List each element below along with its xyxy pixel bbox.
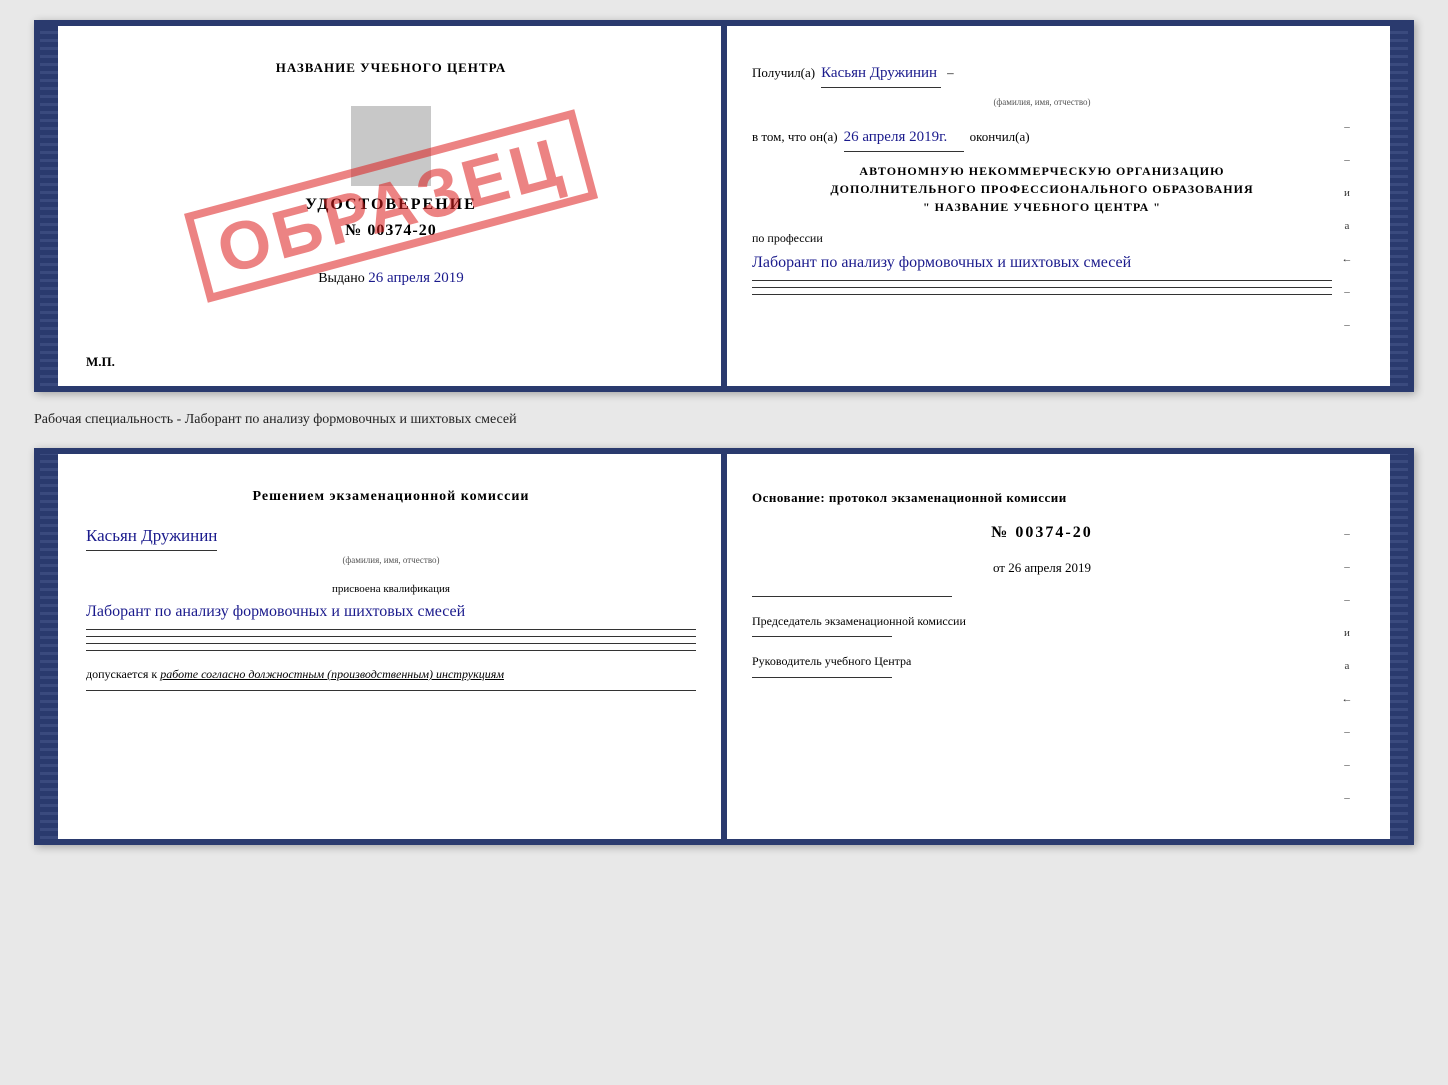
right-vertical-chars-1: – – и а ← – – xyxy=(1332,50,1362,362)
line3 xyxy=(752,294,1332,295)
profession-label: по профессии xyxy=(752,228,1332,250)
right-vertical-chars-2: – – – и а ← – – – xyxy=(1332,478,1362,815)
director-sig-line xyxy=(752,677,892,678)
org-block: АВТОНОМНУЮ НЕКОММЕРЧЕСКУЮ ОРГАНИЗАЦИЮ ДО… xyxy=(752,162,1332,216)
exam-section-title: Решением экзаменационной комиссии xyxy=(86,486,696,508)
b-line3 xyxy=(86,643,696,644)
org-line1: АВТОНОМНУЮ НЕКОММЕРЧЕСКУЮ ОРГАНИЗАЦИЮ xyxy=(752,162,1332,180)
exam-right-content: Основание: протокол экзаменационной коми… xyxy=(752,478,1332,815)
spine-right-1 xyxy=(1390,26,1408,386)
name-subtitle: (фамилия, имя, отчество) xyxy=(752,94,1332,110)
spine-right-2 xyxy=(1390,454,1408,839)
protocol-number: № 00374-20 xyxy=(752,519,1332,548)
date-prefix: от xyxy=(993,560,1005,575)
exam-basis-block: Основание: протокол экзаменационной коми… xyxy=(752,486,1332,678)
chairman-label: Председатель экзаменационной комиссии xyxy=(752,611,1332,633)
protocol-date-value: 26 апреля 2019 xyxy=(1008,560,1091,575)
cert-right-page: Получил(а) Касьян Дружинин – (фамилия, и… xyxy=(724,26,1390,386)
chairman-sig-line xyxy=(752,636,892,637)
mp-label: М.П. xyxy=(86,354,115,370)
exam-name-subtitle: (фамилия, имя, отчество) xyxy=(86,553,696,567)
qual-label: присвоена квалификация xyxy=(86,581,696,599)
completed-date: 26 апреля 2019г. xyxy=(844,124,964,152)
spine-left-1 xyxy=(40,26,58,386)
protocol-date: от 26 апреля 2019 xyxy=(752,556,1332,579)
spine-left-2 xyxy=(40,454,58,839)
b-line2 xyxy=(86,636,696,637)
line1 xyxy=(752,280,1332,281)
org-line2: ДОПОЛНИТЕЛЬНОГО ПРОФЕССИОНАЛЬНОГО ОБРАЗО… xyxy=(752,180,1332,198)
admission-prefix: допускается к xyxy=(86,667,157,681)
exam-right-page: Основание: протокол экзаменационной коми… xyxy=(724,454,1390,839)
basis-label: Основание: протокол экзаменационной коми… xyxy=(752,486,1332,509)
profession-value: Лаборант по анализу формовочных и шихтов… xyxy=(752,252,1332,274)
issued-date-hw: 26 апреля 2019 xyxy=(368,270,464,286)
admission-row: допускается к работе согласно должностны… xyxy=(86,665,696,684)
line2 xyxy=(752,287,1332,288)
received-label: Получил(а) xyxy=(752,61,815,84)
cert-left-page: НАЗВАНИЕ УЧЕБНОГО ЦЕНТРА УДОСТОВЕРЕНИЕ №… xyxy=(58,26,724,386)
b-line5 xyxy=(86,690,696,691)
specialty-line: Рабочая специальность - Лаборант по анал… xyxy=(34,404,1414,436)
cert-school-title: НАЗВАНИЕ УЧЕБНОГО ЦЕНТРА xyxy=(86,60,696,76)
org-line3: " НАЗВАНИЕ УЧЕБНОГО ЦЕНТРА " xyxy=(752,198,1332,216)
cert-received-row: Получил(а) Касьян Дружинин – (фамилия, и… xyxy=(752,60,1332,295)
admission-text: работе согласно должностным (производств… xyxy=(160,667,504,681)
completed-prefix: в том, что он(а) xyxy=(752,125,838,148)
dash: – xyxy=(947,61,954,84)
photo-placeholder xyxy=(351,106,431,186)
cert-number-label: № 00374-20 xyxy=(86,222,696,240)
page-wrapper: НАЗВАНИЕ УЧЕБНОГО ЦЕНТРА УДОСТОВЕРЕНИЕ №… xyxy=(34,20,1414,845)
director-label: Руководитель учебного Центра xyxy=(752,651,1332,673)
b-line1 xyxy=(86,629,696,630)
exam-left-page: Решением экзаменационной комиссии Касьян… xyxy=(58,454,724,839)
issued-label: Выдано 26 апреля 2019 xyxy=(86,270,696,287)
cert-right-content: Получил(а) Касьян Дружинин – (фамилия, и… xyxy=(752,50,1332,362)
certificate-book-1: НАЗВАНИЕ УЧЕБНОГО ЦЕНТРА УДОСТОВЕРЕНИЕ №… xyxy=(34,20,1414,392)
b-line4 xyxy=(86,650,696,651)
completed-suffix: окончил(а) xyxy=(970,125,1030,148)
sep-line1 xyxy=(752,596,952,597)
certificate-book-2: Решением экзаменационной комиссии Касьян… xyxy=(34,448,1414,845)
exam-name-hw: Касьян Дружинин xyxy=(86,522,217,550)
cert-type-label: УДОСТОВЕРЕНИЕ xyxy=(86,196,696,214)
name-handwritten: Касьян Дружинин xyxy=(821,60,941,88)
qual-value: Лаборант по анализу формовочных и шихтов… xyxy=(86,601,696,623)
